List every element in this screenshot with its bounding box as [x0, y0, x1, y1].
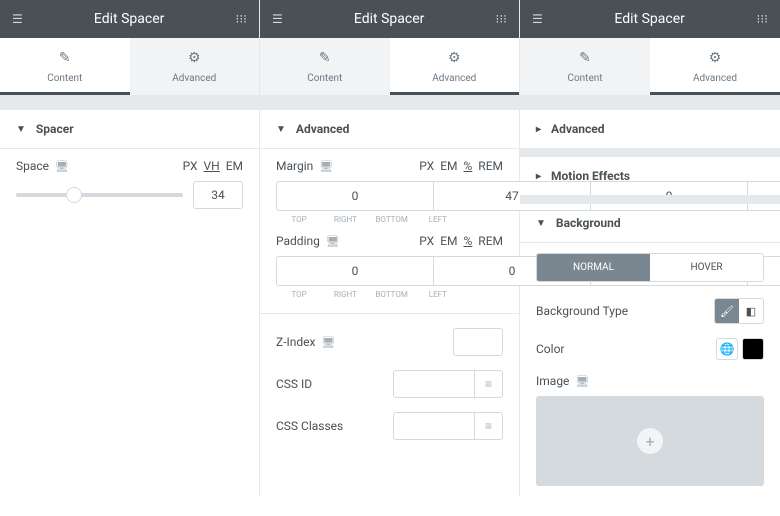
padding-top[interactable]: [276, 256, 433, 286]
tab-content[interactable]: ✎ Content: [0, 38, 130, 95]
unit-selector[interactable]: PX EM % REM: [419, 159, 503, 173]
menu-icon[interactable]: ☰: [528, 8, 547, 30]
zindex-input[interactable]: [453, 328, 503, 356]
desktop-icon[interactable]: 🖥: [321, 336, 335, 349]
apps-icon[interactable]: ⁝⁝⁝: [232, 8, 251, 30]
image-dropzone[interactable]: +: [536, 396, 764, 486]
apps-icon[interactable]: ⁝⁝⁝: [753, 8, 772, 30]
margin-inputs: 🔗: [276, 181, 503, 211]
section-spacer[interactable]: ▼ Spacer: [0, 110, 259, 148]
desktop-icon[interactable]: 🖥: [575, 375, 589, 388]
state-toggle: NORMAL HOVER: [536, 253, 764, 282]
padding-label: Padding🖥: [276, 234, 419, 248]
panel-title: Edit Spacer: [27, 11, 232, 27]
unit-selector[interactable]: PX VH EM: [183, 159, 243, 173]
panel-title: Edit Spacer: [287, 11, 492, 27]
color-swatch[interactable]: [742, 338, 764, 360]
menu-icon[interactable]: ☰: [268, 8, 287, 30]
panel-title: Edit Spacer: [547, 11, 753, 27]
section-motion[interactable]: ▸ Motion Effects: [520, 157, 780, 195]
cssid-label: CSS ID: [276, 377, 393, 391]
caret-down-icon: ▼: [536, 218, 546, 229]
menu-icon[interactable]: ☰: [8, 8, 27, 30]
space-label: Space🖥: [16, 159, 183, 173]
normal-button[interactable]: NORMAL: [537, 254, 650, 281]
margin-label: Margin🖥: [276, 159, 419, 173]
cssid-input[interactable]: [393, 370, 475, 398]
section-advanced[interactable]: ▼ Advanced: [260, 110, 519, 148]
gear-icon: ⚙: [650, 50, 780, 66]
gear-icon: ⚙: [130, 50, 260, 66]
caret-down-icon: ▼: [16, 124, 26, 135]
space-input[interactable]: [193, 181, 243, 209]
apps-icon[interactable]: ⁝⁝⁝: [492, 8, 511, 30]
desktop-icon[interactable]: 🖥: [319, 160, 333, 173]
section-advanced-collapsed[interactable]: ▸ Advanced: [520, 110, 780, 148]
image-label: Image🖥: [536, 374, 764, 388]
pencil-icon: ✎: [520, 50, 650, 66]
bgtype-classic-icon[interactable]: 🖌: [715, 299, 739, 323]
dynamic-icon[interactable]: ≡: [475, 412, 503, 440]
padding-inputs: 🔗: [276, 256, 503, 286]
hover-button[interactable]: HOVER: [650, 254, 763, 281]
tab-content[interactable]: ✎ Content: [520, 38, 650, 95]
bgtype-gradient-icon[interactable]: ◧: [739, 299, 763, 323]
desktop-icon[interactable]: 🖥: [326, 235, 340, 248]
section-background[interactable]: ▼ Background: [520, 204, 780, 242]
tab-content[interactable]: ✎ Content: [260, 38, 390, 95]
zindex-label: Z-Index🖥: [276, 335, 453, 349]
tab-advanced[interactable]: ⚙ Advanced: [130, 38, 260, 95]
pencil-icon: ✎: [260, 50, 390, 66]
tab-advanced[interactable]: ⚙ Advanced: [650, 38, 780, 95]
cssclasses-label: CSS Classes: [276, 419, 393, 433]
caret-right-icon: ▸: [536, 124, 541, 135]
dynamic-icon[interactable]: ≡: [475, 370, 503, 398]
space-slider[interactable]: [16, 193, 183, 197]
bgtype-label: Background Type: [536, 304, 714, 318]
bgtype-selector: 🖌 ◧: [714, 298, 764, 324]
global-color-icon[interactable]: 🌐: [716, 338, 738, 360]
pencil-icon: ✎: [0, 50, 130, 66]
margin-top[interactable]: [276, 181, 433, 211]
cssclasses-input[interactable]: [393, 412, 475, 440]
tab-advanced[interactable]: ⚙ Advanced: [390, 38, 520, 95]
add-image-icon: +: [637, 428, 663, 454]
unit-selector[interactable]: PX EM % REM: [419, 234, 503, 248]
caret-down-icon: ▼: [276, 124, 286, 135]
caret-right-icon: ▸: [536, 171, 541, 182]
gear-icon: ⚙: [390, 50, 520, 66]
color-label: Color: [536, 342, 716, 356]
desktop-icon[interactable]: 🖥: [55, 160, 69, 173]
